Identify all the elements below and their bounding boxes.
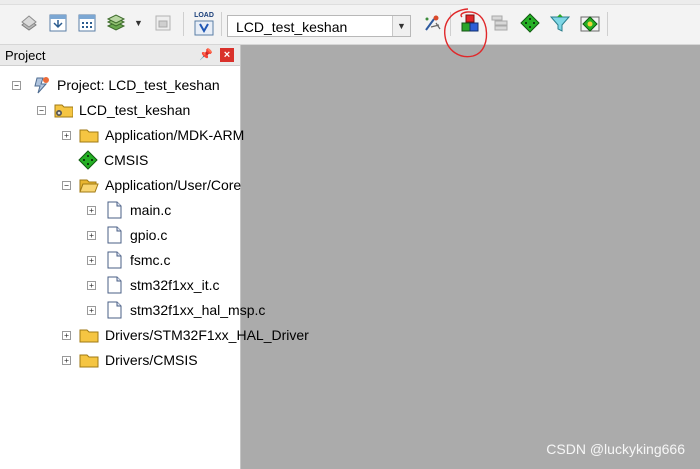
editor-area[interactable]: [241, 45, 700, 469]
stop-build-button[interactable]: [152, 12, 174, 34]
batch-build-icon: [106, 14, 126, 31]
target-options-icon: [425, 15, 441, 31]
tree-node-label: Application/MDK-ARM: [105, 127, 245, 143]
file-icon: [104, 276, 124, 294]
panel-title: Project: [5, 48, 46, 63]
event-recorder-icon: [580, 16, 600, 32]
tree-node-label: Project: LCD_test_keshan: [57, 77, 220, 93]
tree-node-file[interactable]: + main.c: [87, 198, 171, 222]
rte-icon: [549, 14, 571, 32]
event-recorder-button[interactable]: [579, 12, 601, 34]
expand-icon[interactable]: +: [87, 305, 96, 315]
toolbar-separator: [183, 12, 184, 36]
tree-node-group[interactable]: + Application/MDK-ARM: [62, 123, 244, 147]
rte-button[interactable]: [549, 12, 571, 34]
collapse-icon[interactable]: −: [12, 80, 21, 90]
chevron-down-icon[interactable]: ▼: [392, 16, 410, 36]
target-folder-icon: [53, 101, 73, 119]
panel-header: Project 📌 ×: [0, 45, 240, 66]
download-button[interactable]: LOAD: [192, 11, 216, 37]
folder-open-icon: [79, 176, 99, 194]
tree-node-component[interactable]: CMSIS: [78, 148, 148, 172]
collapse-icon[interactable]: −: [62, 180, 71, 190]
expand-icon[interactable]: +: [87, 280, 96, 290]
select-packs-button[interactable]: [489, 12, 511, 34]
toolbar-separator: [607, 12, 608, 36]
expand-icon[interactable]: +: [62, 355, 71, 365]
load-label: LOAD: [194, 12, 214, 19]
pack-installer-icon: [520, 13, 540, 33]
watermark: CSDN @luckyking666: [546, 441, 685, 457]
tree-node-file[interactable]: + fsmc.c: [87, 248, 170, 272]
project-panel: Project 📌 × − Project: LCD_test_keshan −…: [0, 45, 309, 469]
target-select[interactable]: LCD_test_keshan ▼: [227, 15, 411, 37]
folder-icon: [79, 326, 99, 344]
tree-node-label: Drivers/CMSIS: [105, 352, 198, 368]
tree-node-group[interactable]: − Application/User/Core: [62, 173, 241, 197]
tree-node-label: LCD_test_keshan: [79, 102, 191, 118]
tree-node-file[interactable]: + stm32f1xx_hal_msp.c: [87, 298, 265, 322]
tree-node-group[interactable]: + Drivers/CMSIS: [62, 348, 198, 372]
collapse-icon[interactable]: −: [37, 105, 46, 115]
pin-icon[interactable]: 📌: [199, 48, 213, 61]
close-icon[interactable]: ×: [220, 48, 234, 62]
file-icon: [104, 201, 124, 219]
tree-node-target[interactable]: − LCD_test_keshan: [37, 98, 190, 122]
folder-icon: [79, 126, 99, 144]
rebuild-button[interactable]: [76, 12, 98, 34]
toolbar-separator: [221, 12, 222, 36]
target-select-value: LCD_test_keshan: [236, 19, 348, 35]
tree-node-label: gpio.c: [130, 227, 168, 243]
folder-icon: [79, 351, 99, 369]
tree-node-label: CMSIS: [104, 152, 149, 168]
rebuild-icon: [78, 14, 96, 32]
file-icon: [104, 251, 124, 269]
download-icon: [194, 20, 214, 36]
expand-icon[interactable]: +: [87, 255, 96, 265]
tree-node-label: main.c: [130, 202, 172, 218]
tree-node-project[interactable]: − Project: LCD_test_keshan: [12, 73, 220, 97]
stop-build-icon: [155, 15, 171, 31]
build-icon: [49, 14, 67, 32]
batch-build-button[interactable]: [106, 12, 128, 34]
tree-node-label: Application/User/Core: [105, 177, 242, 193]
tree-node-label: fsmc.c: [130, 252, 171, 268]
expand-icon[interactable]: +: [62, 330, 71, 340]
translate-icon: [21, 15, 37, 31]
file-icon: [104, 226, 124, 244]
tree-node-file[interactable]: + stm32f1xx_it.c: [87, 273, 219, 297]
cmsis-diamond-icon: [78, 150, 98, 170]
toolbar-top-strip: [0, 0, 700, 5]
expand-icon[interactable]: +: [87, 230, 96, 240]
build-button[interactable]: [47, 12, 69, 34]
tree-node-file[interactable]: + gpio.c: [87, 223, 167, 247]
project-icon: [31, 76, 51, 94]
translate-button[interactable]: [18, 12, 40, 34]
expand-icon[interactable]: +: [87, 205, 96, 215]
select-packs-icon: [491, 15, 508, 31]
pack-installer-button[interactable]: [519, 12, 541, 34]
file-icon: [104, 301, 124, 319]
tree-node-label: stm32f1xx_it.c: [130, 277, 220, 293]
toolbar: ▼ LOAD LCD_test_keshan ▼: [0, 0, 700, 45]
expand-icon[interactable]: +: [62, 130, 71, 140]
batch-build-dropdown-icon[interactable]: ▼: [134, 18, 143, 28]
